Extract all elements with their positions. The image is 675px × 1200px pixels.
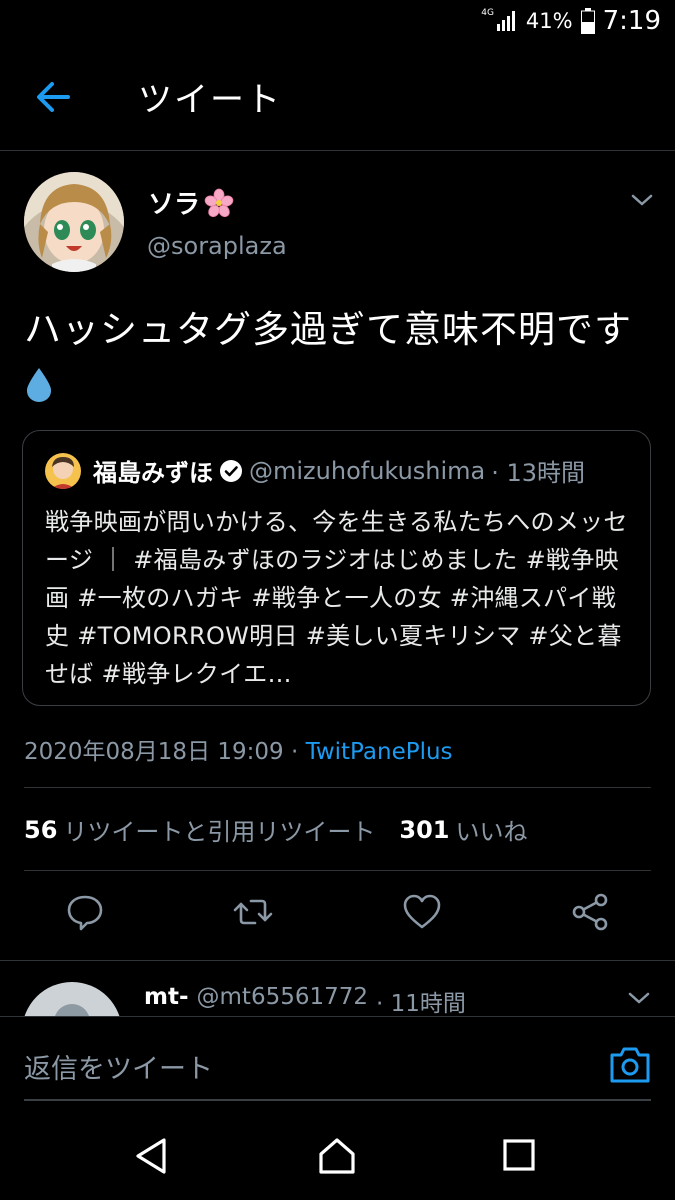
quoted-tweet-card[interactable]: 福島みずほ @mizuhofukushima · 13時間 戦争映画が問いかける… [22,430,651,706]
reply-input[interactable]: 返信をツイート [24,1047,213,1086]
retweet-icon [233,899,273,925]
tweet-menu-button[interactable] [629,190,655,210]
avatar-image [24,172,124,272]
like-button[interactable] [400,890,444,934]
back-button[interactable] [22,74,82,120]
quoted-tweet-header: 福島みずほ @mizuhofukushima · 13時間 [93,453,585,488]
reply-button[interactable] [63,890,107,934]
system-nav-bar [0,1108,675,1200]
quoted-author-name: 福島みずほ [93,459,213,487]
divider [24,870,651,871]
avatar-image [45,453,81,489]
like-count[interactable]: 301 [399,816,449,844]
quoted-author-handle: @mizuhofukushima [249,456,486,485]
reply-composer: 返信をツイート [0,1016,675,1109]
reply-icon [67,895,103,931]
clock: 7:19 [602,6,661,36]
back-arrow-icon [37,82,70,112]
reply-menu-button[interactable] [626,988,652,1008]
signal-icon [496,11,515,31]
chevron-down-icon [631,194,653,206]
retweet-label[interactable]: リツイートと引用リツイート [63,812,375,847]
battery-icon [580,8,595,34]
quoted-tweet-text: 戦争映画が問いかける、今を生きる私たちへのメッセージ ｜ #福島みずほのラジオは… [45,508,628,688]
retweet-count[interactable]: 56 [24,816,57,844]
cherry-blossom-icon [204,188,234,217]
client-link[interactable]: TwitPanePlus [306,739,453,765]
nav-back-button[interactable] [132,1136,172,1176]
camera-icon [610,1047,650,1083]
page-title: ツイート [138,80,282,120]
reply-author-handle[interactable]: @mt65561772 [197,984,369,1018]
divider [0,960,675,961]
reply-author-name[interactable]: mt- [144,984,189,1018]
verified-badge-icon [220,459,242,482]
tweet-meta: 2020年08月18日 19:09 · TwitPanePlus [24,732,453,766]
nav-home-button[interactable] [317,1136,357,1176]
tweet-text: ハッシュタグ多過ぎて意味不明です [24,302,654,414]
battery-percent: 41% [525,9,573,33]
tweet-timestamp: 2020年08月18日 19:09 · [24,739,306,765]
network-type: 4G [481,8,494,18]
triangle-back-icon [136,1138,166,1174]
status-bar: 4G 41% 7:19 [0,0,675,44]
nav-recents-button[interactable] [500,1136,540,1176]
engagement-counts: 56 リツイートと引用リツイート 301 いいね [24,812,528,847]
square-recents-icon [503,1139,535,1171]
share-button[interactable] [568,890,612,934]
quoted-author-avatar [45,453,81,489]
heart-icon [403,894,441,929]
input-underline [24,1099,651,1101]
retweet-button[interactable] [231,890,275,934]
home-icon [319,1138,355,1174]
app-header: ツイート [0,44,675,151]
camera-button[interactable] [608,1045,652,1085]
reply-header: mt- @mt65561772 · 11時間 [144,984,466,1018]
droplet-icon [26,368,52,402]
share-icon [572,893,608,931]
quoted-tweet-time: · 13時間 [491,459,586,487]
author-avatar[interactable] [24,172,124,272]
reply-time: · 11時間 [376,991,466,1017]
author-name[interactable]: ソラ [148,184,234,221]
tweet-action-bar [0,890,675,942]
like-label[interactable]: いいね [456,812,528,847]
author-handle[interactable]: @soraplaza [147,232,287,260]
chevron-down-icon [628,992,650,1004]
divider [24,787,651,788]
